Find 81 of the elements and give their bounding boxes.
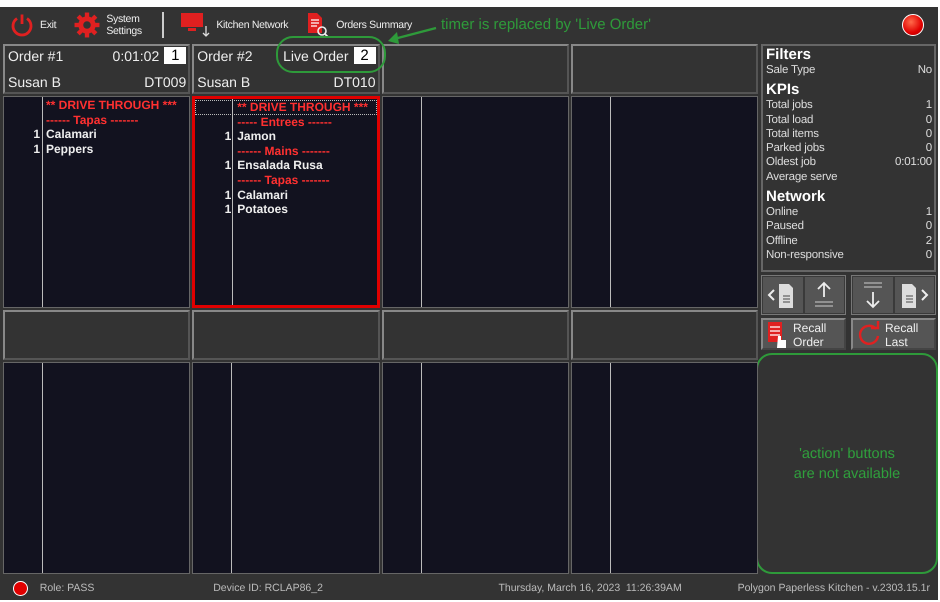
role-label: Role: PASS (40, 582, 96, 594)
toolbar-button[interactable]: Exit (8, 12, 58, 36)
stat-value: 0 (926, 248, 932, 262)
stat-label: Offline (766, 234, 798, 248)
navigation-button[interactable] (894, 276, 935, 314)
gear-icon (74, 12, 100, 38)
item-name: Ensalada Rusa (236, 158, 323, 173)
item-quantity: 1 (32, 127, 41, 142)
order-type-label: ** DRIVE THROUGH *** (236, 100, 368, 115)
stat-label: Total items (766, 126, 819, 142)
server-name: Susan B (8, 74, 61, 90)
section-title: KPIs (766, 81, 800, 98)
item-name: Calamari (45, 127, 97, 142)
course-separator: ------ Tapas ------- (236, 172, 330, 188)
stat-value: 0 (926, 141, 932, 156)
stat-label: Online (766, 205, 798, 220)
monitor-icon (180, 12, 210, 38)
stat-value: No (918, 63, 932, 78)
status-dot (13, 580, 28, 596)
recall-button[interactable]: Recall Order (761, 318, 846, 350)
stat-label: Average serve (766, 170, 838, 184)
stat-label: Non-responsive (766, 248, 844, 262)
navigation-button[interactable] (804, 276, 845, 314)
toolbar-button[interactable]: Orders Summary (304, 12, 414, 38)
time-label: 11:26:39AM (626, 582, 683, 594)
stat-label: Parked jobs (766, 141, 825, 156)
item-quantity: 1 (32, 142, 41, 156)
date-label: Thursday, March 16, 2023 (498, 582, 622, 594)
toolbar-button[interactable]: System Settings (72, 12, 148, 38)
recall-order-icon (767, 321, 789, 349)
annotation-text: 'action' buttons are not available (792, 444, 902, 484)
server-name: Susan B (197, 74, 250, 90)
navigation-button[interactable] (852, 276, 894, 314)
stat-value: 0 (926, 112, 932, 127)
stat-value: 1 (926, 98, 932, 113)
power-icon (10, 12, 34, 36)
stat-value: 0 (926, 219, 932, 234)
refresh-icon (857, 321, 881, 347)
item-quantity: 1 (224, 188, 232, 202)
order-ticket[interactable]: ** DRIVE THROUGH *** ----- Entrees ------ 1 Jamon ------ Mains ------- 1 Ensalada Rusa ------ Tapas ------- 1 Calamari 1 Potatoes (192, 96, 380, 308)
stat-label: Paused (766, 219, 804, 234)
stat-value: 2 (926, 234, 932, 248)
recall-button[interactable]: Recall Last (851, 318, 936, 350)
stat-value: 0 (926, 126, 932, 142)
version-label: Polygon Paperless Kitchen - v.2303.15.1r (738, 582, 930, 594)
course-separator: ------ Tapas ------- (45, 112, 138, 128)
course-separator: ------ Mains ------- (236, 144, 330, 158)
item-name: Jamon (236, 129, 276, 144)
document-search-icon (306, 12, 330, 38)
order-number: 2 (354, 47, 376, 64)
order-header[interactable]: Order #1 0:01:02 1 Susan B DT009 (3, 44, 190, 94)
item-quantity: 1 (224, 129, 232, 144)
order-header[interactable]: Order #2 Live Order 2 Susan B DT010 (192, 44, 380, 94)
table-code: DT010 (333, 74, 376, 90)
toolbar-button[interactable]: Kitchen Network (178, 12, 290, 38)
device-id: Device ID: RCLAP86_2 (213, 582, 324, 594)
callout-text: timer is replaced by 'Live Order' (441, 16, 651, 33)
navigation-button[interactable] (762, 276, 804, 314)
stat-label: Total load (766, 112, 814, 127)
stat-value: 0:01:00 (895, 155, 932, 170)
stat-label: Total jobs (766, 98, 813, 113)
order-title: Order #2 (197, 48, 252, 64)
stat-label: Sale Type (766, 63, 816, 78)
course-separator: ----- Entrees ------ (236, 114, 332, 130)
stat-value: 1 (926, 205, 932, 220)
order-ticket[interactable]: ** DRIVE THROUGH *** ------ Tapas ------- 1 Calamari 1 Peppers (3, 96, 190, 308)
item-name: Potatoes (236, 202, 288, 217)
item-quantity: 1 (224, 158, 232, 173)
order-number: 1 (164, 47, 186, 64)
order-title: Order #1 (8, 48, 64, 64)
item-name: Peppers (45, 142, 94, 156)
status-light (902, 14, 924, 36)
order-timer: Live Order (283, 48, 348, 64)
table-code: DT009 (144, 74, 186, 90)
section-title: Network (766, 188, 826, 206)
item-quantity: 1 (224, 202, 232, 217)
item-name: Calamari (236, 188, 288, 202)
order-type-label: ** DRIVE THROUGH *** (45, 98, 177, 113)
order-timer: 0:01:02 (112, 48, 160, 64)
section-title: Filters (766, 46, 812, 63)
stat-label: Oldest job (766, 155, 816, 170)
